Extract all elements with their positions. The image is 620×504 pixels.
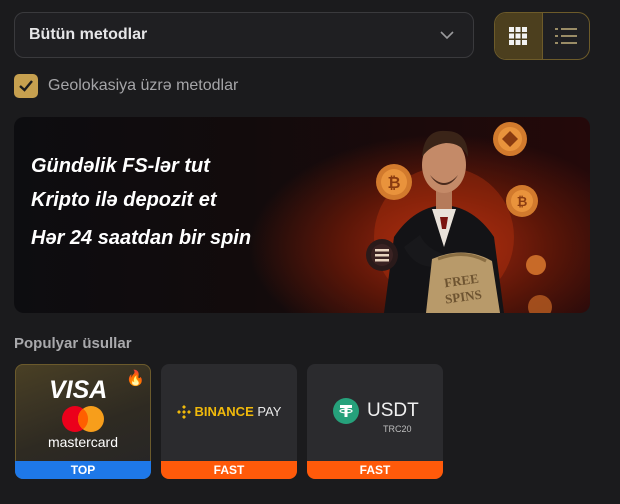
payment-card-binance-pay[interactable]: BINANCE PAY FAST — [161, 364, 297, 479]
binance-brand-text: BINANCE — [194, 404, 254, 419]
usdt-brand-text: USDT — [367, 400, 419, 421]
fast-badge: FAST — [307, 461, 443, 479]
geolocation-filter: Geolokasiya üzrə metodlar — [14, 74, 238, 98]
binance-pay-logo: BINANCE PAY — [161, 404, 297, 419]
binance-icon — [176, 404, 191, 419]
fast-badge: FAST — [161, 461, 297, 479]
geolocation-checkbox[interactable] — [14, 74, 38, 98]
list-icon — [554, 28, 577, 44]
usdt-network-label: TRC20 — [383, 424, 412, 434]
mastercard-icon — [62, 406, 104, 432]
visa-logo-text: VISA — [49, 376, 108, 404]
banner-illustration: FREE SPINS ₿ ₿ — [366, 122, 552, 313]
payment-card-usdt[interactable]: USDT TRC20 FAST — [307, 364, 443, 479]
payment-method-select[interactable]: Bütün metodlar — [14, 12, 474, 58]
promo-banner[interactable]: FREE SPINS ₿ ₿ Gündəlik FS-lər tut Kript… — [14, 117, 590, 313]
svg-text:₿: ₿ — [517, 195, 528, 210]
banner-line-1: Gündəlik FS-lər tut — [31, 155, 210, 177]
banner-line-2: Kripto ilə depozit et — [31, 189, 217, 211]
usdt-logo: USDT — [333, 398, 419, 424]
grid-icon — [509, 27, 528, 45]
svg-text:₿: ₿ — [387, 173, 400, 192]
list-view-button[interactable] — [542, 13, 589, 59]
payment-card-visa-mastercard[interactable]: 🔥 VISA mastercard TOP — [15, 364, 151, 479]
tether-icon — [333, 398, 359, 424]
method-select-value: Bütün metodlar — [29, 26, 148, 43]
checkmark-icon — [19, 80, 33, 92]
popular-methods-title: Populyar üsullar — [14, 335, 132, 352]
binance-pay-suffix: PAY — [257, 404, 282, 419]
view-toggle — [494, 12, 590, 60]
fire-icon: 🔥 — [126, 370, 145, 387]
mastercard-logo-text: mastercard — [47, 434, 119, 450]
chevron-down-icon — [440, 31, 454, 40]
geolocation-label: Geolokasiya üzrə metodlar — [48, 77, 239, 94]
top-badge: TOP — [15, 461, 151, 479]
grid-view-button[interactable] — [495, 13, 542, 59]
banner-line-3: Hər 24 saatdan bir spin — [31, 227, 252, 249]
